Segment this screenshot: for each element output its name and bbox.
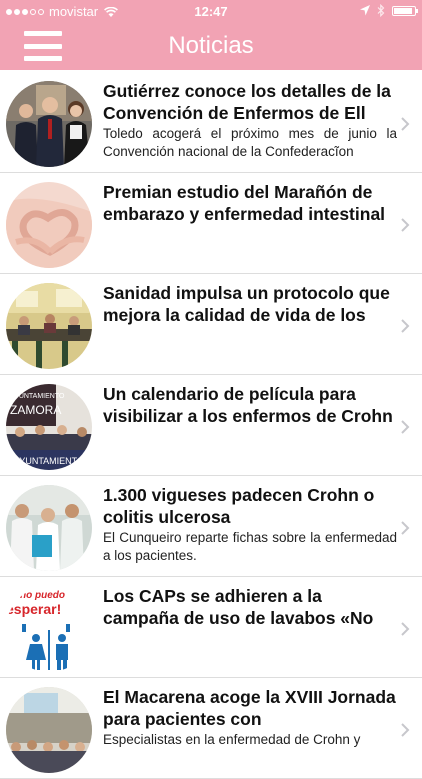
news-summary: Toledo acogerá el próximo mes de junio l… [103, 126, 397, 159]
battery-level [394, 7, 412, 14]
chevron-right-icon [401, 218, 410, 232]
news-item[interactable]: Sanidad impulsa un protocolo que mejora … [0, 274, 422, 375]
news-summary: Especialistas en la enfermedad de Crohn … [103, 732, 361, 747]
page-title: Noticias [168, 32, 254, 59]
news-thumbnail [6, 687, 92, 773]
news-thumbnail [6, 283, 92, 369]
news-thumbnail [6, 81, 92, 167]
news-text: 1.300 vigueses padecen Crohn o colitis u… [103, 484, 397, 565]
status-bar: movistar 12:47 [0, 0, 422, 22]
news-thumbnail [6, 182, 92, 268]
news-item[interactable]: Gutiérrez conoce los detalles de la Conv… [0, 72, 422, 173]
news-title: Los CAPs se adhieren a la campaña de uso… [103, 586, 374, 628]
banner-text: ZAMORA [10, 403, 61, 417]
status-right [360, 4, 418, 17]
news-title: Un calendario de película para visibiliz… [103, 384, 393, 426]
sign-text: no puedo [20, 590, 65, 601]
chevron-right-icon [401, 521, 410, 535]
location-arrow-icon [360, 5, 370, 16]
news-title: Premian estudio del Marañón de embarazo … [103, 182, 386, 224]
battery-icon [392, 5, 418, 16]
news-text: Sanidad impulsa un protocolo que mejora … [103, 282, 397, 326]
news-text: Premian estudio del Marañón de embarazo … [103, 181, 397, 225]
chevron-right-icon [401, 622, 410, 636]
banner-text: AYUNTAMIENTO [14, 456, 84, 466]
banner-text: AYUNTAMIENTO [10, 393, 65, 400]
news-title: Gutiérrez conoce los detalles de la Conv… [103, 81, 391, 123]
news-thumbnail: no puedo esperar! [6, 586, 92, 672]
navigation-bar: Noticias [0, 22, 422, 70]
news-text: El Macarena acoge la XVIII Jornada para … [103, 686, 397, 749]
news-text: Los CAPs se adhieren a la campaña de uso… [103, 585, 397, 629]
news-item[interactable]: AYUNTAMIENTO ZAMORA AYUNTAMIENTO Un cale… [0, 375, 422, 476]
news-text: Un calendario de película para visibiliz… [103, 383, 397, 427]
news-list: Gutiérrez conoce los detalles de la Conv… [0, 72, 422, 779]
news-item[interactable]: 1.300 vigueses padecen Crohn o colitis u… [0, 476, 422, 577]
news-title: Sanidad impulsa un protocolo que mejora … [103, 283, 390, 325]
news-title: El Macarena acoge la XVIII Jornada para … [103, 687, 396, 729]
chevron-right-icon [401, 319, 410, 333]
news-item[interactable]: Premian estudio del Marañón de embarazo … [0, 173, 422, 274]
sign-text: esperar! [6, 601, 61, 617]
news-item[interactable]: no puedo esperar! Los CAPs se adhieren a… [0, 577, 422, 678]
status-time: 12:47 [194, 4, 228, 19]
news-summary: El Cunqueiro reparte fichas sobre la enf… [103, 530, 397, 563]
chevron-right-icon [401, 420, 410, 434]
news-thumbnail [6, 485, 92, 571]
chevron-right-icon [401, 723, 410, 737]
news-item[interactable]: El Macarena acoge la XVIII Jornada para … [0, 678, 422, 779]
news-text: Gutiérrez conoce los detalles de la Conv… [103, 80, 397, 161]
news-thumbnail: AYUNTAMIENTO ZAMORA AYUNTAMIENTO [6, 384, 92, 470]
news-title: 1.300 vigueses padecen Crohn o colitis u… [103, 485, 375, 527]
bluetooth-icon [377, 4, 385, 17]
chevron-right-icon [401, 117, 410, 131]
